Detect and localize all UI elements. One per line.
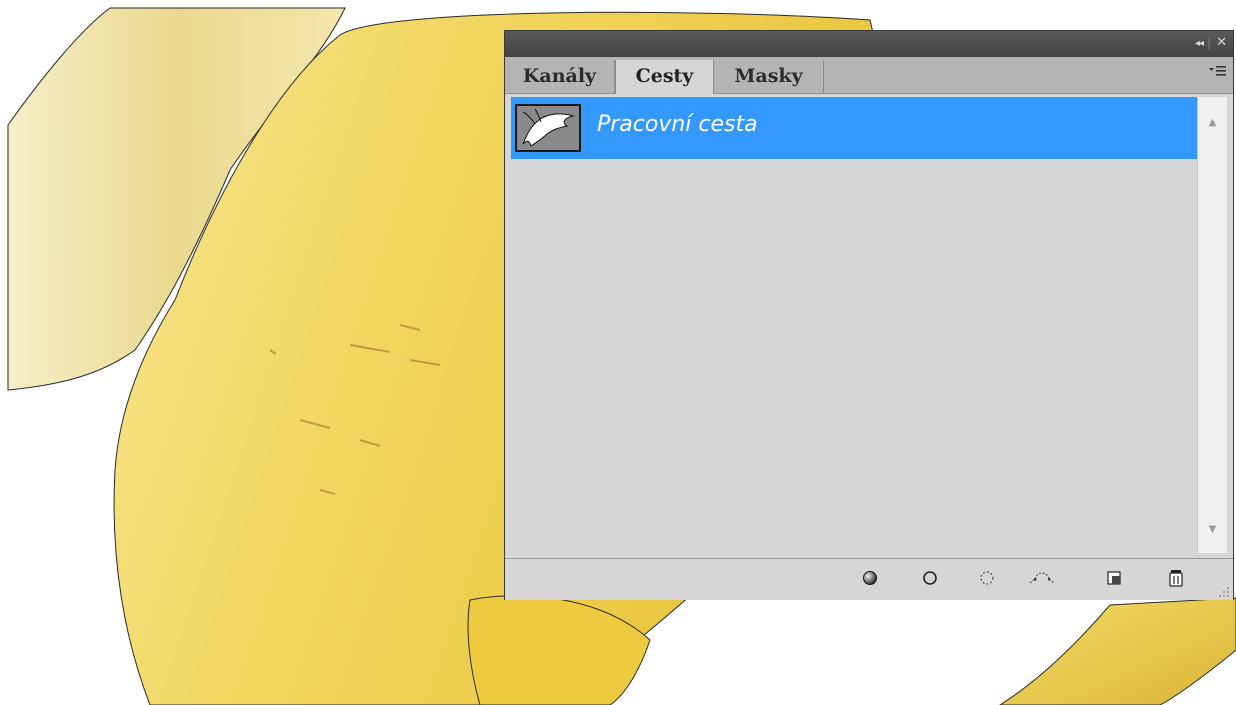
- path-thumbnail: [515, 104, 581, 152]
- tab-masks[interactable]: Masky: [714, 60, 824, 93]
- collapse-panel-icon[interactable]: ◂◂: [1195, 36, 1204, 52]
- stroke-path-icon[interactable]: [919, 567, 941, 589]
- tab-paths[interactable]: Cesty: [615, 60, 714, 94]
- paths-list-scrollbar[interactable]: ▲ ▼: [1197, 97, 1227, 553]
- path-name-label[interactable]: Pracovní cesta: [597, 112, 758, 137]
- paths-list: Pracovní cesta: [511, 97, 1201, 553]
- scroll-down-icon[interactable]: ▼: [1198, 524, 1227, 535]
- resize-grip-icon[interactable]: [1216, 583, 1230, 597]
- path-row-work-path[interactable]: Pracovní cesta: [511, 97, 1201, 159]
- tab-channels[interactable]: Kanály: [505, 60, 615, 93]
- new-path-icon[interactable]: [1103, 567, 1125, 589]
- titlebar-separator: |: [1206, 36, 1211, 50]
- panel-menu-icon[interactable]: [1209, 65, 1227, 81]
- fill-path-icon[interactable]: [859, 567, 881, 589]
- panel-tabbar: Kanály Cesty Masky: [505, 57, 1233, 94]
- panel-titlebar[interactable]: ◂◂ | ✕: [505, 31, 1233, 57]
- panel-footer: [505, 558, 1233, 600]
- load-path-as-selection-icon[interactable]: [976, 567, 998, 589]
- make-work-path-icon[interactable]: [1027, 567, 1057, 589]
- paths-panel: ◂◂ | ✕ Kanály Cesty Masky Pracovní cesta: [504, 30, 1234, 600]
- delete-path-icon[interactable]: [1165, 567, 1187, 589]
- scroll-up-icon[interactable]: ▲: [1198, 117, 1227, 128]
- close-panel-icon[interactable]: ✕: [1216, 35, 1227, 51]
